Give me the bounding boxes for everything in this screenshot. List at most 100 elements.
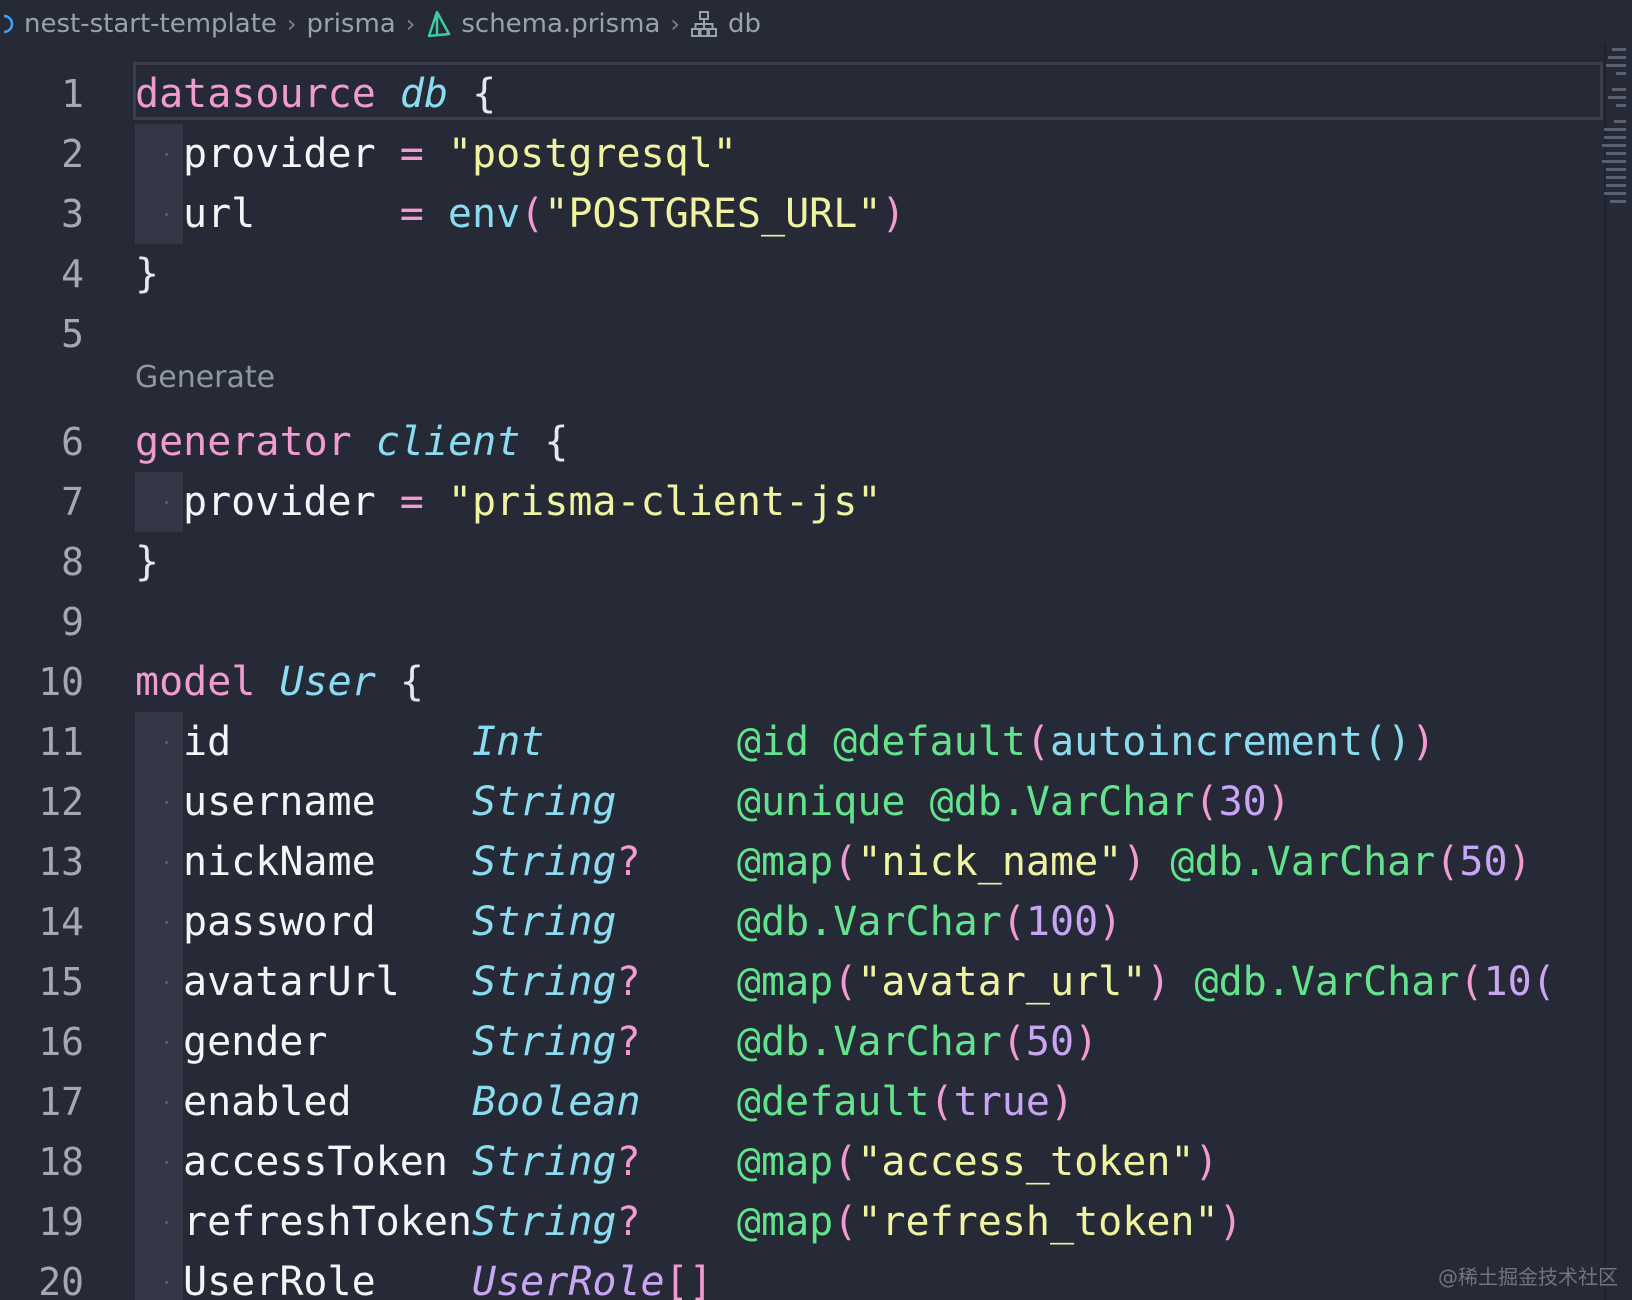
code-token: String — [471, 779, 617, 825]
code-text: generator client { — [135, 412, 569, 472]
code-token: String — [471, 899, 617, 945]
code-text: accessToken String? @map("access_token") — [183, 1132, 1219, 1192]
code-token: true — [953, 1079, 1050, 1125]
line-number: 15 — [38, 960, 84, 1004]
code-line-9[interactable]: 9 — [0, 592, 1632, 652]
code-token: String — [471, 1019, 617, 1065]
code-text: UserRole UserRole[] — [183, 1252, 713, 1300]
code-token: ( — [1001, 1019, 1026, 1065]
code-token: @map — [736, 959, 834, 1005]
indent-guide — [135, 1012, 183, 1072]
code-token: = — [375, 131, 448, 177]
code-token: ) — [1074, 1019, 1099, 1065]
minimap-line — [1602, 144, 1626, 147]
line-number: 5 — [61, 312, 84, 356]
code-line-18[interactable]: 18 accessToken String? @map("access_token… — [0, 1132, 1632, 1192]
line-number: 7 — [61, 480, 84, 524]
code-token: ) — [1218, 1199, 1243, 1245]
code-token: UserRole — [183, 1259, 472, 1300]
code-token: env — [447, 191, 521, 237]
minimap[interactable] — [1602, 44, 1632, 224]
line-number: 19 — [38, 1200, 84, 1244]
code-token: model — [135, 659, 256, 705]
line-number: 9 — [61, 600, 84, 644]
code-token: password — [183, 899, 472, 945]
code-line-19[interactable]: 19 refreshTokenString? @map("refresh_toke… — [0, 1192, 1632, 1252]
code-token: ? — [616, 1199, 641, 1245]
whitespace-dot — [165, 1281, 168, 1284]
breadcrumb-item-folder[interactable]: prisma — [307, 9, 396, 39]
indent-guide — [135, 772, 183, 832]
code-token: 50 — [1459, 839, 1508, 885]
code-line-12[interactable]: 12 username String @unique @db.VarChar(30… — [0, 772, 1632, 832]
code-token: "POSTGRES_URL" — [544, 191, 882, 237]
code-token: @db.VarChar — [929, 779, 1195, 825]
code-token: Boolean — [471, 1079, 641, 1125]
code-token: accessToken — [183, 1139, 472, 1185]
code-token: ) — [1049, 1079, 1075, 1125]
code-text: model User { — [135, 652, 424, 712]
code-token: refreshToken — [183, 1199, 472, 1245]
code-text: refreshTokenString? @map("refresh_token"… — [183, 1192, 1243, 1252]
minimap-divider — [1604, 44, 1606, 1300]
code-token: () — [1363, 719, 1412, 765]
code-line-13[interactable]: 13 nickName String? @map("nick_name") @db… — [0, 832, 1632, 892]
code-token: "postgresql" — [447, 131, 737, 177]
code-line-20[interactable]: 20 UserRole UserRole[] — [0, 1252, 1632, 1300]
codelens-generate[interactable]: Generate — [135, 356, 275, 400]
line-number: 16 — [38, 1020, 84, 1064]
code-line-2[interactable]: 2 provider = "postgresql" — [0, 124, 1632, 184]
code-line-6[interactable]: 6 generator client { — [0, 412, 1632, 472]
code-token: ( — [1194, 779, 1219, 825]
breadcrumb-item-project[interactable]: nest-start-template — [24, 9, 277, 39]
code-token: ? — [616, 839, 641, 885]
code-token: UserRole — [471, 1259, 665, 1300]
code-token: String — [471, 1139, 617, 1185]
code-line-10[interactable]: 10 model User { — [0, 652, 1632, 712]
whitespace-dot — [165, 1161, 168, 1164]
minimap-line — [1606, 168, 1626, 171]
whitespace-dot — [165, 501, 168, 504]
code-editor[interactable]: 1 datasource db {2 provider = "postgresql"… — [0, 48, 1632, 1300]
code-line-16[interactable]: 16 gender String? @db.VarChar(50) — [0, 1012, 1632, 1072]
code-token: ) — [1146, 959, 1171, 1005]
code-token: @map — [736, 1199, 834, 1245]
breadcrumb-item-symbol[interactable]: db — [728, 9, 761, 39]
breadcrumb-item-file[interactable]: schema.prisma — [461, 9, 660, 39]
code-line-15[interactable]: 15 avatarUrl String? @map("avatar_url") @… — [0, 952, 1632, 1012]
code-line-1[interactable]: 1 datasource db { — [0, 62, 1632, 124]
indent-guide — [135, 472, 183, 532]
code-line-5[interactable]: 5 — [0, 304, 1632, 364]
code-token: @map — [736, 839, 834, 885]
code-line-3[interactable]: 3 url = env("POSTGRES_URL") — [0, 184, 1632, 244]
code-token: ( — [1025, 719, 1050, 765]
code-line-7[interactable]: 7 provider = "prisma-client-js" — [0, 472, 1632, 532]
code-token: ) — [1194, 1139, 1219, 1185]
line-number: 20 — [38, 1260, 84, 1300]
code-token: String — [471, 1199, 617, 1245]
code-text: provider = "postgresql" — [183, 124, 737, 184]
code-line-8[interactable]: 8} — [0, 532, 1632, 592]
code-token: 100 — [1025, 899, 1099, 945]
minimap-line — [1602, 160, 1626, 163]
minimap-line — [1606, 176, 1626, 179]
minimap-line — [1616, 72, 1626, 75]
code-text: id Int @id @default(autoincrement()) — [183, 712, 1435, 772]
code-text: provider = "prisma-client-js" — [183, 472, 881, 532]
code-line-11[interactable]: 11 id Int @id @default(autoincrement()) — [0, 712, 1632, 772]
code-line-17[interactable]: 17 enabled Boolean @default(true) — [0, 1072, 1632, 1132]
code-token: { — [520, 419, 569, 465]
minimap-line — [1608, 96, 1626, 99]
code-text: password String @db.VarChar(100) — [183, 892, 1122, 952]
code-token: String — [471, 839, 617, 885]
code-token: "access_token" — [857, 1139, 1195, 1185]
indent-guide — [135, 712, 183, 772]
code-line-4[interactable]: 4} — [0, 244, 1632, 304]
code-token: client — [375, 419, 521, 465]
code-line-14[interactable]: 14 password String @db.VarChar(100) — [0, 892, 1632, 952]
line-number: 3 — [61, 192, 84, 236]
